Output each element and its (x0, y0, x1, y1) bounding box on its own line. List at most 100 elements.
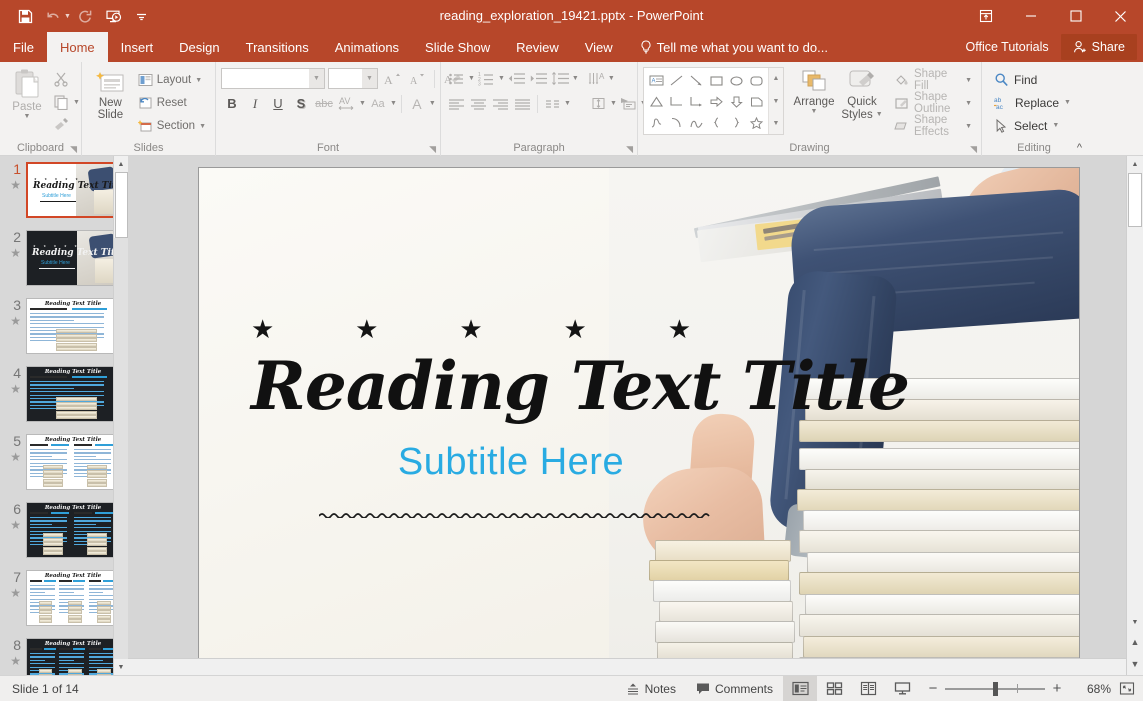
slide-thumbnail-preview[interactable]: ★★★★★Reading Text TitleSubtitle Here (26, 162, 120, 218)
slide-thumbnail-preview[interactable]: Reading Text Title (26, 570, 120, 626)
customize-qat-icon[interactable] (129, 3, 155, 29)
decrease-indent-button[interactable] (506, 68, 527, 89)
shape-elbow-arrow-icon[interactable] (686, 91, 706, 112)
close-icon[interactable] (1098, 0, 1143, 32)
share-button[interactable]: Share (1061, 34, 1137, 60)
change-case-button[interactable]: Aa (367, 93, 389, 114)
text-direction-dropdown-icon[interactable]: ▼ (608, 75, 615, 82)
text-direction-button[interactable]: A (586, 68, 607, 89)
copy-dropdown-icon[interactable]: ▼ (73, 99, 80, 106)
slide-thumbnail-preview[interactable]: Reading Text Title (26, 298, 120, 354)
shape-elbow-connector-icon[interactable] (666, 91, 686, 112)
numbering-button[interactable]: 123 (476, 68, 497, 89)
shape-right-brace-icon[interactable] (726, 112, 746, 133)
font-color-button[interactable]: A (406, 93, 428, 114)
shape-outline-button[interactable]: Shape Outline ▼ (890, 92, 976, 114)
tab-transitions[interactable]: Transitions (233, 32, 322, 62)
columns-button[interactable] (542, 93, 563, 114)
slide-thumbnail-preview[interactable]: Reading Text Title (26, 366, 120, 422)
shape-right-arrow-icon[interactable] (706, 91, 726, 112)
save-icon[interactable] (12, 3, 38, 29)
notes-button[interactable]: Notes (616, 676, 686, 701)
shape-text-box-icon[interactable]: A (646, 70, 666, 91)
shape-down-arrow-icon[interactable] (726, 91, 746, 112)
start-presentation-icon[interactable] (101, 3, 127, 29)
zoom-in-button[interactable]: + (1051, 680, 1063, 697)
reset-button[interactable]: Reset (134, 92, 210, 114)
quick-styles-dropdown-icon[interactable]: ▼ (876, 109, 883, 121)
tab-home[interactable]: Home (47, 32, 108, 62)
shape-curve-icon[interactable] (686, 112, 706, 133)
normal-view-button[interactable] (783, 676, 817, 701)
shape-triangle-icon[interactable] (646, 91, 666, 112)
convert-to-smartart-button[interactable] (618, 93, 639, 114)
fit-slide-to-window-button[interactable] (1111, 681, 1143, 696)
shape-pentagon-icon[interactable] (746, 91, 766, 112)
undo-dropdown-icon[interactable]: ▼ (64, 13, 71, 20)
zoom-slider-handle[interactable] (993, 682, 998, 696)
slide-thumbnail-preview[interactable]: ★★★★★Reading Text TitleSubtitle Here (26, 230, 120, 286)
next-slide-button[interactable]: ▼ (1127, 653, 1143, 675)
slide-thumbnail-item[interactable]: 4★Reading Text Title (0, 366, 128, 422)
redo-icon[interactable] (73, 3, 99, 29)
maximize-icon[interactable] (1053, 0, 1098, 32)
canvas-vertical-scrollbar[interactable]: ▲ ▼ ▲ ▼ (1126, 156, 1143, 675)
animation-star-icon[interactable]: ★ (10, 654, 21, 668)
shape-line-icon[interactable] (666, 70, 686, 91)
justify-button[interactable] (512, 93, 533, 114)
thumbnail-scroll-thumb[interactable] (115, 172, 128, 238)
canvas-horizontal-scrollbar[interactable] (128, 658, 1126, 675)
layout-dropdown-icon[interactable]: ▼ (195, 77, 202, 84)
slide-thumbnail-pane[interactable]: 1★★★★★★Reading Text TitleSubtitle Here2★… (0, 156, 128, 675)
thumbnail-scroll-up-icon[interactable]: ▲ (114, 156, 128, 172)
line-spacing-dropdown-icon[interactable]: ▼ (572, 75, 579, 82)
numbering-dropdown-icon[interactable]: ▼ (498, 75, 505, 82)
paste-button[interactable]: Paste ▼ (5, 66, 49, 122)
tell-me-box[interactable]: Tell me what you want to do... (626, 32, 838, 62)
change-case-dropdown-icon[interactable]: ▼ (390, 100, 397, 107)
canvas-scroll-thumb[interactable] (1128, 173, 1142, 227)
copy-button[interactable]: ▼ (49, 91, 84, 113)
italic-button[interactable]: I (244, 93, 266, 114)
select-button[interactable]: Select ▼ (990, 114, 1063, 137)
shape-left-brace-icon[interactable] (706, 112, 726, 133)
tab-animations[interactable]: Animations (322, 32, 412, 62)
tab-slide-show[interactable]: Slide Show (412, 32, 503, 62)
tab-view[interactable]: View (572, 32, 626, 62)
replace-button[interactable]: abac Replace ▼ (990, 91, 1075, 114)
replace-dropdown-icon[interactable]: ▼ (1064, 99, 1071, 106)
bullets-dropdown-icon[interactable]: ▼ (468, 75, 475, 82)
animation-star-icon[interactable]: ★ (10, 586, 21, 600)
reading-view-button[interactable] (851, 676, 885, 701)
previous-slide-button[interactable]: ▲ (1127, 631, 1143, 653)
canvas-scroll-down-icon[interactable]: ▼ (1127, 614, 1143, 631)
minimize-icon[interactable] (1008, 0, 1053, 32)
canvas-scroll-up-icon[interactable]: ▲ (1127, 156, 1143, 173)
clipboard-dialog-launcher-icon[interactable]: ◥ (70, 144, 77, 155)
zoom-control[interactable]: − + (919, 680, 1071, 697)
shape-arrow-icon[interactable] (686, 70, 706, 91)
arrange-button[interactable]: Arrange ▼ (792, 67, 836, 117)
find-button[interactable]: Find (990, 68, 1041, 91)
shapes-scroll-up-icon[interactable]: ▲ (769, 68, 783, 89)
align-left-button[interactable] (446, 93, 467, 114)
slide-thumbnail-item[interactable]: 1★★★★★★Reading Text TitleSubtitle Here (0, 162, 128, 218)
tab-file[interactable]: File (0, 32, 47, 62)
shape-oval-icon[interactable] (726, 70, 746, 91)
increase-indent-button[interactable] (528, 68, 549, 89)
font-name-dropdown-icon[interactable]: ▼ (309, 69, 324, 88)
font-dialog-launcher-icon[interactable]: ◥ (429, 144, 436, 155)
shapes-gallery-more-icon[interactable]: ▼ (769, 113, 783, 134)
slide-thumbnail-item[interactable]: 7★Reading Text Title (0, 570, 128, 626)
tab-review[interactable]: Review (503, 32, 572, 62)
drawing-dialog-launcher-icon[interactable]: ◥ (970, 144, 977, 155)
section-button[interactable]: Section ▼ (134, 115, 210, 137)
shapes-gallery-scrollbar[interactable]: ▲ ▼ ▼ (768, 68, 783, 134)
text-shadow-button[interactable]: S (290, 93, 312, 114)
tab-design[interactable]: Design (166, 32, 232, 62)
slide-title[interactable]: Reading Text Title (251, 348, 771, 424)
shape-rectangle-icon[interactable] (706, 70, 726, 91)
animation-star-icon[interactable]: ★ (10, 246, 21, 260)
shapes-scroll-down-icon[interactable]: ▼ (769, 91, 783, 112)
columns-dropdown-icon[interactable]: ▼ (564, 100, 571, 107)
